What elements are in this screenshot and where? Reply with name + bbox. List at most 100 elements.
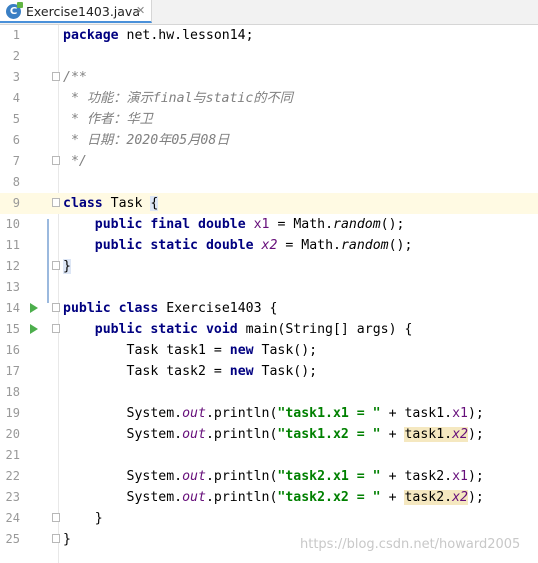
- keyword: double: [205, 238, 254, 253]
- code-line[interactable]: 24 }: [0, 508, 538, 529]
- code-text: task2.: [404, 469, 453, 484]
- code-line[interactable]: 17 Task task2 = new Task();: [0, 361, 538, 382]
- code-text: System.: [126, 406, 183, 421]
- code-text: System.: [126, 427, 183, 442]
- code-line[interactable]: 23 System.out.println("task2.x2 = " + ta…: [0, 487, 538, 508]
- code-line[interactable]: 18: [0, 382, 538, 403]
- code-line[interactable]: 14 public class Exercise1403 {: [0, 298, 538, 319]
- code-line[interactable]: 15 public static void main(String[] args…: [0, 319, 538, 340]
- code-line[interactable]: 20 System.out.println("task1.x2 = " + ta…: [0, 424, 538, 445]
- fold-icon[interactable]: [52, 513, 60, 522]
- watermark: https://blog.csdn.net/howard2005: [300, 537, 521, 552]
- code-line[interactable]: 12 }: [0, 256, 538, 277]
- fold-icon[interactable]: [52, 261, 60, 270]
- class-name: Task: [102, 196, 151, 211]
- fold-icon[interactable]: [52, 156, 60, 165]
- line-number: 11: [5, 238, 20, 252]
- code-line[interactable]: 2: [0, 46, 538, 67]
- code-line[interactable]: 3 /**: [0, 67, 538, 88]
- doc-comment: * 日期：2020年05月08日: [63, 133, 230, 148]
- code-text: System.: [126, 469, 183, 484]
- fold-icon[interactable]: [52, 303, 60, 312]
- line-number: 6: [12, 133, 20, 147]
- static-field-name: out: [182, 490, 206, 505]
- fold-icon[interactable]: [52, 198, 60, 207]
- code-text: +: [380, 490, 405, 505]
- fold-icon[interactable]: [52, 72, 60, 81]
- code-line[interactable]: 11 public static double x2 = Math.random…: [0, 235, 538, 256]
- java-class-icon: C: [6, 2, 23, 19]
- string-literal: "task1.x2 = ": [277, 427, 381, 442]
- doc-comment: * 功能：演示final与static的不同: [63, 91, 293, 106]
- brace: }: [94, 511, 103, 526]
- package-name: net.hw.lesson14;: [118, 28, 254, 43]
- tab-exercise1403[interactable]: C Exercise1403.java ✕: [0, 0, 152, 23]
- code-text: Task();: [253, 364, 318, 379]
- run-icon[interactable]: [30, 324, 38, 334]
- keyword: new: [229, 343, 254, 358]
- line-number: 1: [12, 28, 20, 42]
- line-number: 17: [5, 364, 20, 378]
- method-name: random: [333, 217, 381, 232]
- code-line[interactable]: 6 * 日期：2020年05月08日: [0, 130, 538, 151]
- keyword: double: [198, 217, 246, 232]
- code-text: .println(: [205, 427, 278, 442]
- code-line[interactable]: 4 * 功能：演示final与static的不同: [0, 88, 538, 109]
- code-text: );: [467, 406, 484, 421]
- run-icon[interactable]: [30, 303, 38, 313]
- static-field-name: out: [182, 406, 206, 421]
- code-line[interactable]: 13: [0, 277, 538, 298]
- doc-comment: */: [63, 154, 87, 169]
- line-number: 16: [5, 343, 20, 357]
- close-icon[interactable]: ✕: [136, 4, 145, 17]
- keyword: public: [63, 301, 111, 316]
- line-number: 13: [5, 280, 20, 294]
- code-text: );: [467, 427, 484, 442]
- code-line[interactable]: 5 * 作者：华卫: [0, 109, 538, 130]
- keyword: public: [94, 238, 143, 253]
- code-text: .println(: [205, 490, 278, 505]
- code-line[interactable]: 22 System.out.println("task2.x1 = " + ta…: [0, 466, 538, 487]
- code-line[interactable]: 1 package net.hw.lesson14;: [0, 25, 538, 46]
- keyword: final: [150, 217, 191, 232]
- line-number: 19: [5, 406, 20, 420]
- line-number: 4: [12, 91, 20, 105]
- brace: }: [63, 259, 71, 274]
- brace: }: [63, 532, 71, 547]
- editor-tab-bar: C Exercise1403.java ✕: [0, 0, 538, 25]
- keyword: public: [94, 217, 143, 232]
- line-number: 8: [12, 175, 20, 189]
- code-text: task1.: [404, 427, 453, 442]
- line-number: 10: [5, 217, 20, 231]
- code-line[interactable]: 8: [0, 172, 538, 193]
- class-name: Exercise1403 {: [158, 301, 278, 316]
- line-number: 24: [5, 511, 20, 525]
- code-line[interactable]: 19 System.out.println("task1.x1 = " + ta…: [0, 403, 538, 424]
- fold-icon[interactable]: [52, 324, 60, 333]
- static-field-name: out: [182, 469, 206, 484]
- brace: {: [150, 196, 159, 211]
- line-number: 23: [5, 490, 20, 504]
- code-text: .println(: [205, 469, 278, 484]
- string-literal: "task1.x1 = ": [277, 406, 381, 421]
- code-line[interactable]: 9 class Task {: [0, 193, 538, 214]
- keyword: void: [205, 322, 238, 337]
- code-text: ();: [380, 217, 405, 232]
- line-number: 22: [5, 469, 20, 483]
- line-number: 12: [5, 259, 20, 273]
- code-line[interactable]: 10 public final double x1 = Math.random(…: [0, 214, 538, 235]
- static-field-name: out: [182, 427, 206, 442]
- fold-icon[interactable]: [52, 534, 60, 543]
- doc-comment: /**: [63, 70, 87, 85]
- code-line[interactable]: 16 Task task1 = new Task();: [0, 340, 538, 361]
- code-text: .println(: [205, 406, 278, 421]
- code-line[interactable]: 21: [0, 445, 538, 466]
- field-name: x1: [253, 217, 270, 232]
- line-number: 7: [12, 154, 20, 168]
- line-number: 25: [5, 532, 20, 546]
- code-line[interactable]: 7 */: [0, 151, 538, 172]
- code-text: ();: [388, 238, 413, 253]
- code-editor[interactable]: 1 package net.hw.lesson14; 2 3 /** 4 * 功…: [0, 25, 538, 563]
- keyword: static: [150, 238, 198, 253]
- code-text: +: [380, 427, 405, 442]
